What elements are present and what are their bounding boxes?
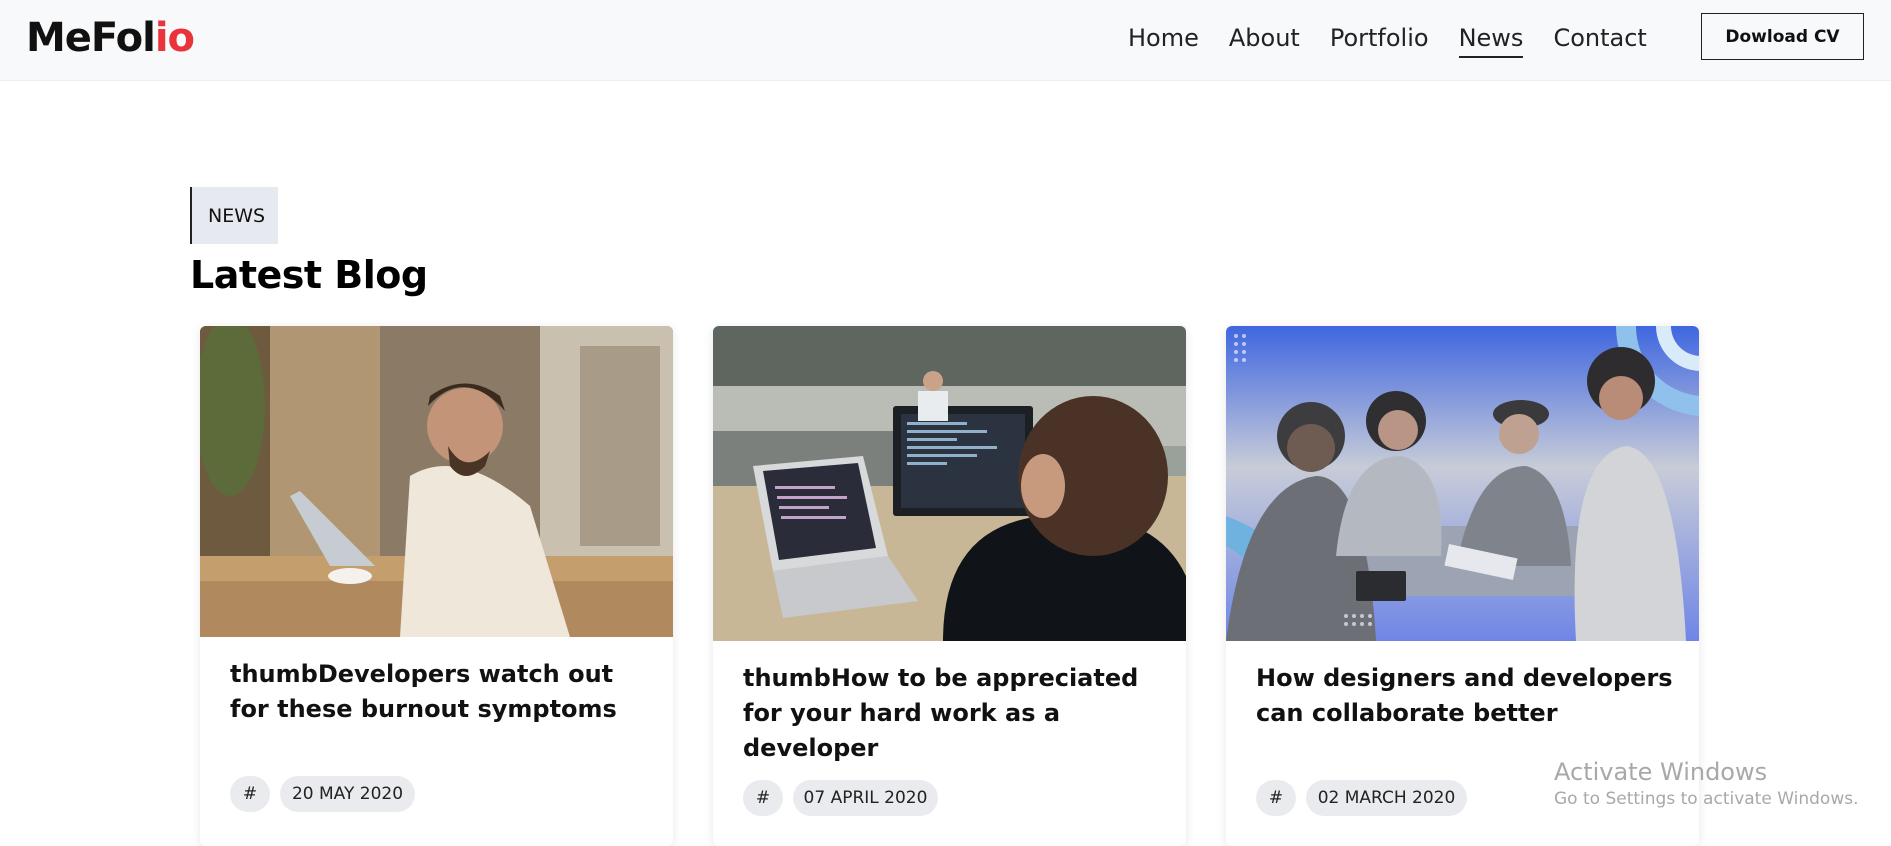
download-cv-button[interactable]: Dowload CV [1701, 13, 1864, 60]
watermark-title: Activate Windows [1554, 758, 1768, 786]
activate-windows-watermark: Activate Windows Go to Settings to activ… [1554, 757, 1859, 811]
blog-card[interactable]: thumbHow to be appreciated for your hard… [713, 326, 1186, 846]
developer-office-photo-image [713, 326, 1186, 641]
blog-thumbnail[interactable] [713, 326, 1186, 641]
tag-pill[interactable]: # [743, 780, 783, 816]
nav-portfolio[interactable]: Portfolio [1330, 20, 1429, 58]
main-nav: Home About Portfolio News Contact [1128, 20, 1647, 60]
blog-card[interactable]: thumbDevelopers watch out for these burn… [200, 326, 673, 846]
nav-about[interactable]: About [1229, 20, 1300, 58]
nav-contact[interactable]: Contact [1553, 20, 1646, 58]
section-tag: NEWS [190, 187, 278, 244]
blog-thumbnail[interactable] [1226, 326, 1699, 641]
blog-title[interactable]: How designers and developers can collabo… [1256, 661, 1676, 731]
tag-pill[interactable]: # [1256, 780, 1296, 816]
team-collaboration-photo-image [1226, 326, 1699, 641]
burnout-photo-image [200, 326, 673, 637]
tag-pill[interactable]: # [230, 776, 270, 812]
section-title: Latest Blog [190, 253, 428, 297]
nav-news[interactable]: News [1458, 20, 1524, 58]
date-pill: 02 MARCH 2020 [1306, 780, 1467, 816]
brand-name-accent: io [154, 15, 195, 61]
blog-title[interactable]: thumbDevelopers watch out for these burn… [230, 657, 650, 727]
watermark-subtitle: Go to Settings to activate Windows. [1554, 789, 1859, 809]
nav-home[interactable]: Home [1128, 20, 1199, 58]
brand-logo[interactable]: MeFolio [26, 14, 195, 62]
date-pill: 07 APRIL 2020 [793, 780, 938, 816]
navbar: MeFolio Home About Portfolio News Contac… [0, 0, 1891, 81]
blog-title[interactable]: thumbHow to be appreciated for your hard… [743, 661, 1163, 766]
date-pill: 20 MAY 2020 [280, 776, 415, 812]
brand-name-main: MeFol [26, 15, 156, 61]
blog-thumbnail[interactable] [200, 326, 673, 637]
